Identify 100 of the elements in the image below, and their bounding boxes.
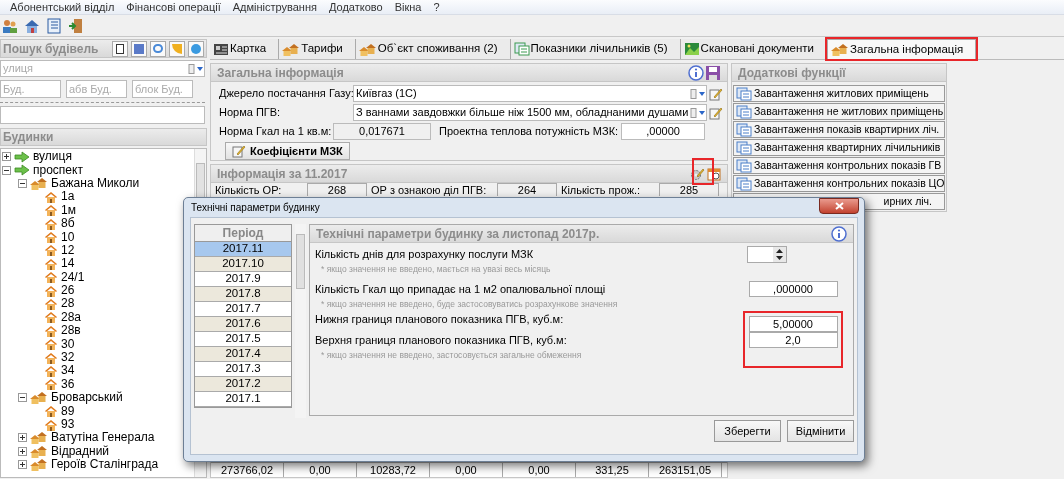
period-row[interactable]: 2017.5 bbox=[195, 332, 291, 347]
tree-item[interactable]: 30 bbox=[61, 337, 75, 351]
period-row[interactable]: 2017.6 bbox=[195, 317, 291, 332]
tree-item[interactable]: Ватутіна Генерала bbox=[51, 431, 155, 445]
function-button[interactable]: Завантаження не житлових приміщень bbox=[733, 103, 945, 120]
tree-item[interactable]: 8б bbox=[61, 217, 75, 231]
tree-item[interactable]: 93 bbox=[61, 418, 75, 431]
menu-item[interactable]: Фінансові операції bbox=[120, 0, 227, 14]
period-row[interactable]: 2017.9 bbox=[195, 272, 291, 287]
period-row[interactable]: 2017.8 bbox=[195, 287, 291, 302]
tree-item[interactable]: 89 bbox=[61, 404, 75, 418]
period-row[interactable]: 2017.7 bbox=[195, 302, 291, 317]
tree-item[interactable]: Відрадний bbox=[51, 444, 110, 458]
tree-item[interactable]: 28 bbox=[61, 297, 75, 311]
houses-icon bbox=[282, 42, 301, 56]
period-row[interactable]: 2017.10 bbox=[195, 257, 291, 272]
search-field[interactable]: блок Буд. bbox=[132, 80, 193, 98]
tree-item[interactable]: 32 bbox=[61, 351, 75, 365]
menu-item[interactable]: Абонентський відділ bbox=[4, 0, 121, 14]
house-icon bbox=[44, 311, 58, 324]
function-button[interactable]: Завантаження житлових приміщень bbox=[733, 85, 945, 102]
expand-icon[interactable] bbox=[18, 446, 27, 456]
tree-item[interactable]: проспект bbox=[33, 163, 83, 177]
menu-item[interactable]: Додатково bbox=[322, 0, 389, 14]
function-button[interactable]: Завантаження контрольних показів ЦО bbox=[733, 175, 945, 192]
search-field[interactable]: Буд. bbox=[0, 80, 61, 98]
period-row[interactable]: 2017.2 bbox=[195, 377, 291, 392]
houses-icon bbox=[30, 431, 48, 445]
houses-icon bbox=[30, 444, 48, 458]
exit-icon[interactable] bbox=[68, 17, 84, 34]
info-icon[interactable] bbox=[688, 64, 704, 81]
document-icon bbox=[736, 176, 752, 191]
tab[interactable]: Об`єкт споживання (2) bbox=[355, 39, 511, 59]
houses-icon bbox=[30, 458, 48, 472]
dropdown-icon[interactable] bbox=[690, 107, 706, 118]
menu-item[interactable]: Адміністрування bbox=[226, 0, 323, 14]
tree-item[interactable]: Броварський bbox=[51, 391, 123, 405]
tab[interactable]: Тарифи bbox=[279, 39, 356, 59]
tree-item[interactable]: 1а bbox=[61, 190, 75, 204]
info-icon[interactable] bbox=[831, 225, 847, 242]
calendar-icon[interactable] bbox=[707, 166, 721, 181]
search-field[interactable]: абв Буд. bbox=[66, 80, 127, 98]
tree-item[interactable]: 26 bbox=[61, 284, 75, 298]
tab[interactable]: Показники лічильників (5) bbox=[510, 39, 681, 59]
number-field[interactable]: ,000000 bbox=[748, 281, 838, 297]
tree-item[interactable]: 36 bbox=[61, 377, 75, 391]
value-field[interactable]: ,00000 bbox=[621, 123, 706, 140]
function-button[interactable]: Завантаження показів квартирних ліч. bbox=[733, 121, 945, 138]
search-field[interactable] bbox=[0, 106, 205, 124]
menu-item[interactable]: ? bbox=[427, 0, 446, 14]
dropdown-icon[interactable] bbox=[690, 88, 706, 99]
tab[interactable]: Картка bbox=[210, 39, 280, 59]
tree-item[interactable]: 34 bbox=[61, 364, 75, 378]
tree-item[interactable]: 28а bbox=[61, 310, 82, 324]
tab[interactable]: Скановані документи bbox=[680, 39, 828, 59]
save-button[interactable]: Зберегти bbox=[714, 420, 781, 442]
function-button[interactable]: Завантаження квартирних лічильників bbox=[733, 139, 945, 156]
period-row[interactable]: 2017.11 bbox=[195, 242, 291, 257]
tree-item[interactable]: Героїв Сталінграда bbox=[51, 458, 159, 472]
settings-icon[interactable] bbox=[690, 166, 705, 181]
menu-item[interactable]: Вікна bbox=[388, 0, 428, 14]
tree-item[interactable]: 24/1 bbox=[61, 270, 85, 284]
house-icon bbox=[44, 338, 58, 351]
coefficients-button[interactable]: Коефіцієнти МЗК bbox=[225, 142, 350, 160]
spinner-arrows-icon[interactable] bbox=[773, 247, 786, 262]
save-icon[interactable] bbox=[705, 64, 721, 81]
expand-icon[interactable] bbox=[18, 433, 27, 443]
new-document-icon[interactable] bbox=[112, 40, 128, 57]
parameter-label: Кількість Гкал що припадає на 1 м2 опалювальної площі bbox=[315, 282, 607, 298]
period-row[interactable]: 2017.3 bbox=[195, 362, 291, 377]
collapse-icon[interactable] bbox=[2, 165, 11, 175]
cancel-button[interactable]: Відмінити bbox=[787, 420, 854, 442]
value-field: 0,017671 bbox=[333, 123, 431, 140]
panel-title: Технічні параметри будинку за листопад 2017р. bbox=[316, 225, 600, 243]
tree-item[interactable]: 10 bbox=[61, 230, 75, 244]
expand-icon[interactable] bbox=[18, 460, 27, 470]
number-field[interactable]: 5,00000 bbox=[748, 316, 838, 332]
dropdown-icon[interactable] bbox=[188, 63, 204, 74]
tree-item[interactable]: 1м bbox=[61, 203, 76, 217]
combobox[interactable]: Київгаз (1С) bbox=[353, 85, 707, 102]
spinner-field[interactable] bbox=[747, 246, 787, 263]
close-button[interactable] bbox=[819, 197, 859, 214]
period-row[interactable]: 2017.4 bbox=[195, 347, 291, 362]
expand-icon[interactable] bbox=[2, 152, 11, 162]
combobox[interactable]: З ваннами завдовжки більше ніж 1500 мм, обладнаними душами bbox=[353, 104, 707, 121]
period-row[interactable]: 2017.1 bbox=[195, 392, 291, 407]
tree-item[interactable]: Бажана Миколи bbox=[51, 176, 140, 190]
users-icon[interactable] bbox=[2, 17, 18, 34]
tree-item[interactable]: 12 bbox=[61, 243, 75, 257]
pencil-icon bbox=[709, 86, 723, 101]
home-icon[interactable] bbox=[24, 17, 40, 34]
number-field[interactable]: 2,0 bbox=[748, 332, 838, 348]
collapse-icon[interactable] bbox=[18, 178, 27, 188]
scrollbar[interactable] bbox=[295, 224, 306, 418]
function-button[interactable]: Завантаження контрольних показів ГВ bbox=[733, 157, 945, 174]
tree-item[interactable]: вулиця bbox=[33, 150, 72, 164]
tab[interactable]: Загальна інформація bbox=[827, 39, 977, 59]
collapse-icon[interactable] bbox=[18, 393, 27, 403]
tree-item[interactable]: 28в bbox=[61, 324, 81, 338]
tree-item[interactable]: 14 bbox=[61, 257, 75, 271]
